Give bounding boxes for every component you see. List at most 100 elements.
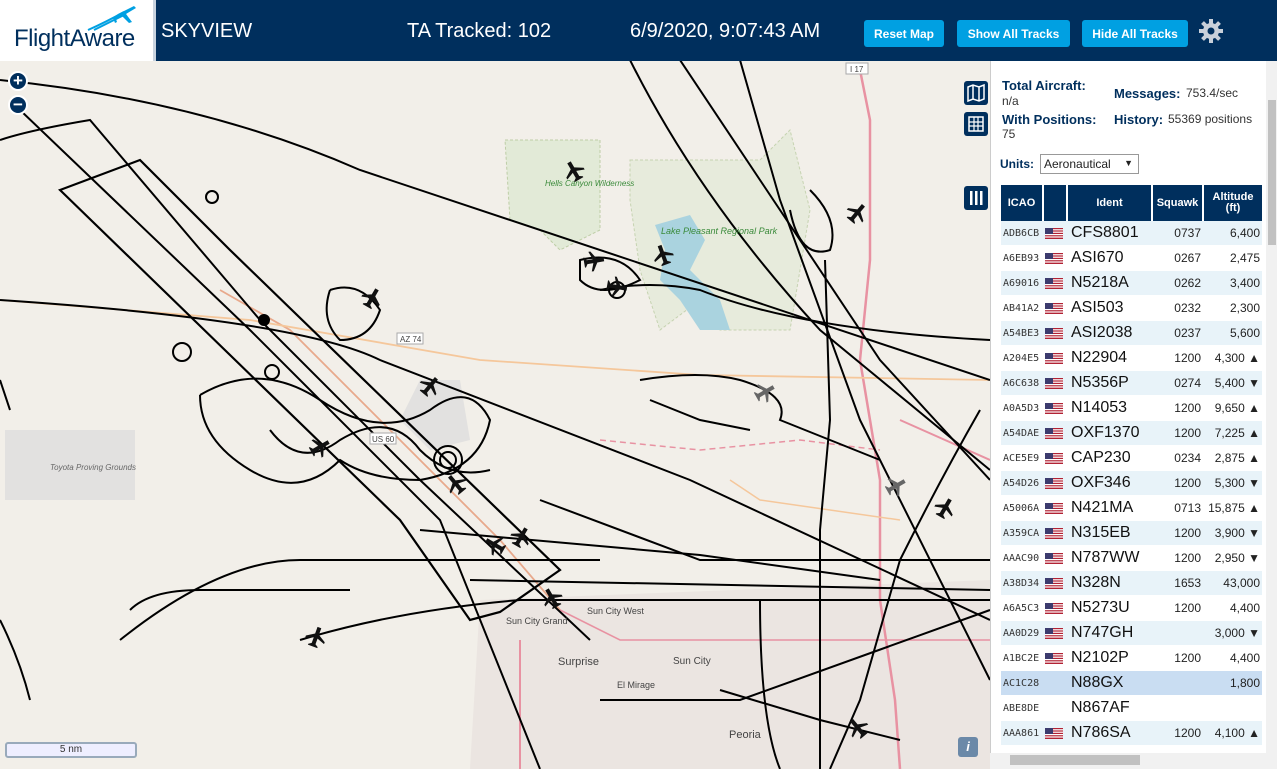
units-select[interactable]: Aeronautical ▼: [1040, 154, 1139, 174]
show-all-tracks-button[interactable]: Show All Tracks: [957, 20, 1070, 47]
cell-icao: A6A5C3: [1003, 602, 1040, 614]
flag-icon: [1045, 302, 1069, 314]
table-row[interactable]: A6EB93 ASI670 0267 2,475: [1001, 246, 1262, 271]
table-row[interactable]: A5006A N421MA 0713 15,875 ▲: [1001, 496, 1262, 521]
svg-text:US 60: US 60: [372, 435, 395, 444]
cell-ident: N315EB: [1071, 524, 1131, 541]
flag-icon: [1045, 552, 1069, 564]
table-row[interactable]: ABE8DE N867AF: [1001, 696, 1262, 721]
table-row[interactable]: ADB6CB CFS8801 0737 6,400: [1001, 221, 1262, 246]
svg-text:Sun City West: Sun City West: [587, 606, 644, 616]
table-row[interactable]: A6A5C3 N5273U 1200 4,400: [1001, 596, 1262, 621]
cell-icao: AC1C28: [1003, 677, 1040, 689]
cell-squawk: 1200: [1174, 526, 1201, 540]
cell-altitude: 7,225 ▲: [1214, 426, 1260, 440]
table-row[interactable]: AB41A2 ASI503 0232 2,300: [1001, 296, 1262, 321]
table-row[interactable]: A38D34 N328N 1653 43,000: [1001, 571, 1262, 596]
table-row[interactable]: AAA861 N786SA 1200 4,100 ▲: [1001, 721, 1262, 746]
cell-icao: ACE5E9: [1003, 452, 1040, 464]
cell-ident: N5273U: [1071, 599, 1130, 616]
map-layer-icon[interactable]: [964, 81, 988, 105]
cell-squawk: 1200: [1174, 401, 1201, 415]
cell-squawk: 0237: [1174, 326, 1201, 340]
table-row[interactable]: A69016 N5218A 0262 3,400: [1001, 271, 1262, 296]
map-graphics: Hells Canyon Wilderness Lake Pleasant Re…: [0, 61, 990, 769]
cell-ident: CAP230: [1071, 449, 1131, 466]
table-row[interactable]: A359CA N315EB 1200 3,900 ▼: [1001, 521, 1262, 546]
cell-altitude: 1,800: [1229, 676, 1260, 690]
col-header-ident[interactable]: Ident: [1068, 185, 1153, 221]
table-row[interactable]: A54BE3 ASI2038 0237 5,600: [1001, 321, 1262, 346]
cell-icao: A54BE3: [1003, 327, 1040, 339]
map-canvas[interactable]: Hells Canyon Wilderness Lake Pleasant Re…: [0, 61, 990, 769]
table-row[interactable]: A204E5 N22904 1200 4,300 ▲: [1001, 346, 1262, 371]
table-row[interactable]: AAAC90 N787WW 1200 2,950 ▼: [1001, 546, 1262, 571]
ta-tracked-count: TA Tracked: 102: [407, 20, 552, 42]
flag-icon: [1045, 327, 1069, 339]
flightaware-logo[interactable]: FlightAware: [0, 0, 156, 61]
grid-icon[interactable]: [964, 112, 988, 136]
reset-map-button[interactable]: Reset Map: [864, 20, 944, 47]
table-row[interactable]: ACE5E9 CAP230 0234 2,875 ▲: [1001, 446, 1262, 471]
svg-text:Peoria: Peoria: [729, 729, 762, 741]
info-icon[interactable]: i: [958, 737, 978, 757]
table-body: ADB6CB CFS8801 0737 6,400 A6EB93 ASI670 0267 2,…: [1001, 221, 1262, 746]
cell-ident: ASI670: [1071, 249, 1124, 266]
cell-ident: N2102P: [1071, 649, 1129, 666]
gear-icon[interactable]: [1198, 18, 1224, 44]
flag-icon: [1045, 402, 1069, 414]
cell-squawk: 1200: [1174, 426, 1201, 440]
horizontal-scroll-thumb[interactable]: [1010, 755, 1140, 765]
col-header-flag: [1044, 185, 1068, 221]
cell-altitude: 5,300 ▼: [1214, 476, 1260, 490]
messages-label: Messages:: [1114, 86, 1181, 101]
col-header-altitude[interactable]: Altitude (ft): [1204, 185, 1262, 221]
table-row[interactable]: A0A5D3 N14053 1200 9,650 ▲: [1001, 396, 1262, 421]
cell-squawk: 0737: [1174, 226, 1201, 240]
col-header-squawk[interactable]: Squawk: [1153, 185, 1204, 221]
cell-ident: OXF1370: [1071, 424, 1140, 441]
cell-icao: A0A5D3: [1003, 402, 1040, 414]
flag-icon: [1045, 352, 1069, 364]
col-header-icao[interactable]: ICAO: [1001, 185, 1044, 221]
cell-altitude: 2,875 ▲: [1214, 451, 1260, 465]
map-scale-bar: 5 nm: [5, 742, 137, 758]
table-row[interactable]: A54DAE OXF1370 1200 7,225 ▲: [1001, 421, 1262, 446]
svg-text:Lake Pleasant Regional Park: Lake Pleasant Regional Park: [661, 226, 778, 236]
cell-squawk: 0713: [1174, 501, 1201, 515]
hide-all-tracks-button[interactable]: Hide All Tracks: [1082, 20, 1188, 47]
flag-icon: [1045, 252, 1069, 264]
cell-icao: AAAC90: [1003, 552, 1040, 564]
total-aircraft-value: n/a: [1002, 94, 1019, 108]
flag-icon: [1045, 452, 1069, 464]
cell-squawk: 1653: [1174, 576, 1201, 590]
cell-altitude: 4,400: [1229, 601, 1260, 615]
table-row[interactable]: AC1C28 N88GX 1,800: [1001, 671, 1262, 696]
cell-squawk: 0262: [1174, 276, 1201, 290]
with-positions-label: With Positions:: [1002, 112, 1097, 127]
cell-ident: N867AF: [1071, 699, 1130, 716]
cell-ident: N328N: [1071, 574, 1121, 591]
units-selected-value: Aeronautical: [1044, 157, 1111, 171]
zoom-out-button[interactable]: −: [8, 95, 28, 115]
flag-icon: [1045, 627, 1069, 639]
with-positions-value: 75: [1002, 127, 1016, 141]
table-row[interactable]: AA0D29 N747GH 3,000 ▼: [1001, 621, 1262, 646]
cell-altitude: 4,300 ▲: [1214, 351, 1260, 365]
cell-squawk: 1200: [1174, 726, 1201, 740]
top-bar: FlightAware SKYVIEW TA Tracked: 102 6/9/…: [0, 0, 1277, 61]
table-row[interactable]: A1BC2E N2102P 1200 4,400: [1001, 646, 1262, 671]
app-title: SKYVIEW: [161, 20, 253, 42]
cell-altitude: 3,400: [1229, 276, 1260, 290]
cell-ident: N787WW: [1071, 549, 1140, 566]
clock: 6/9/2020, 9:07:43 AM: [630, 20, 821, 42]
cell-squawk: 0274: [1174, 376, 1201, 390]
cell-ident: ASI503: [1071, 299, 1124, 316]
table-row[interactable]: A6C638 N5356P 0274 5,400 ▼: [1001, 371, 1262, 396]
flag-icon: [1045, 277, 1069, 289]
columns-icon[interactable]: [964, 186, 988, 210]
zoom-in-button[interactable]: +: [8, 71, 28, 91]
cell-squawk: 0232: [1174, 301, 1201, 315]
vertical-scroll-thumb[interactable]: [1268, 100, 1276, 245]
table-row[interactable]: A54D26 OXF346 1200 5,300 ▼: [1001, 471, 1262, 496]
